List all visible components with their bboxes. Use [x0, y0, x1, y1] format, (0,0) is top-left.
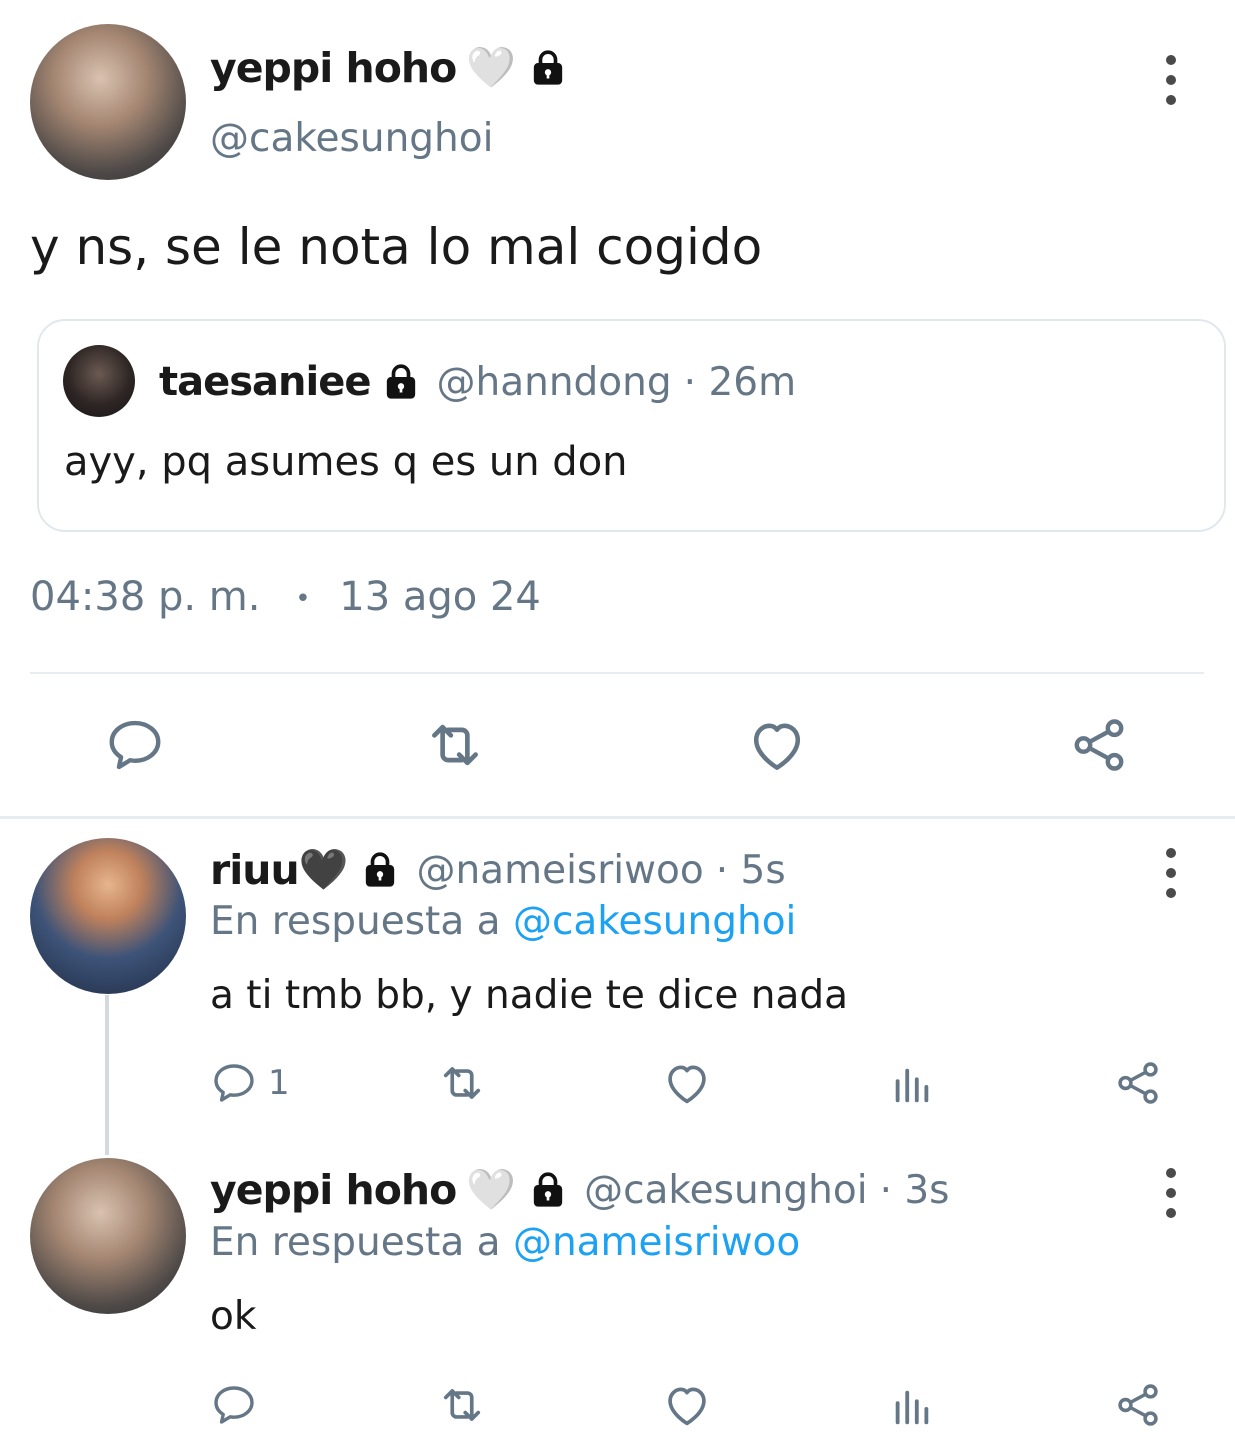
more-icon[interactable] [1156, 55, 1186, 105]
reply-author-handle[interactable]: @nameisriwoo [416, 848, 703, 893]
reply-context: En respuesta a @cakesunghoi [210, 899, 796, 944]
like-button[interactable] [661, 1058, 713, 1108]
like-button[interactable] [742, 710, 812, 780]
more-icon[interactable] [1156, 1168, 1186, 1218]
quoted-time: · 26m [683, 359, 797, 405]
reply-icon [104, 714, 166, 776]
quoted-tweet[interactable]: taesaniee @hanndong · 26m ayy, pq asumes… [37, 319, 1226, 532]
quoted-author-handle: @hanndong [436, 359, 672, 405]
share-icon [1113, 1058, 1163, 1108]
avatar[interactable] [30, 1158, 186, 1314]
reply-prefix: En respuesta a [210, 1220, 501, 1265]
views-icon [889, 1062, 935, 1108]
views-button[interactable] [886, 1060, 938, 1110]
quoted-text: ayy, pq asumes q es un don [64, 439, 628, 485]
author-emoji: 🤍 [466, 1167, 517, 1213]
views-button[interactable] [886, 1382, 938, 1432]
retweet-button[interactable] [436, 1058, 488, 1108]
avatar[interactable] [30, 838, 186, 994]
share-button[interactable] [1112, 1058, 1164, 1108]
reply-text: ok [210, 1294, 257, 1339]
heart-icon [661, 1379, 713, 1431]
reply-icon [210, 1059, 258, 1107]
reply-author-handle[interactable]: @cakesunghoi [584, 1168, 867, 1213]
avatar [63, 345, 135, 417]
section-divider [0, 816, 1235, 819]
lock-icon [360, 850, 400, 890]
share-button[interactable] [1064, 710, 1134, 780]
lock-icon [381, 362, 421, 402]
share-icon [1113, 1380, 1163, 1430]
reply-author-name[interactable]: yeppi hoho [210, 1166, 457, 1214]
avatar[interactable] [30, 24, 186, 180]
reply-prefix: En respuesta a [210, 899, 501, 944]
reply-author-name[interactable]: riuu [210, 846, 300, 894]
more-icon[interactable] [1156, 848, 1186, 898]
share-button[interactable] [1112, 1380, 1164, 1430]
retweet-button[interactable] [436, 1380, 488, 1430]
lock-icon [528, 1170, 568, 1210]
share-icon [1068, 714, 1130, 776]
reply-author-line: yeppi hoho 🤍 @cakesunghoi · 3s [210, 1166, 950, 1214]
divider [30, 672, 1204, 674]
author-emoji: 🖤 [298, 847, 349, 893]
retweet-icon [436, 1057, 488, 1109]
retweet-icon [422, 712, 488, 778]
reply-button[interactable]: 1 [210, 1058, 290, 1108]
tweet-time: 04:38 p. m. [30, 574, 261, 620]
heart-icon [745, 713, 809, 777]
reply-button[interactable] [100, 710, 170, 780]
reply-time: · 3s [879, 1167, 950, 1213]
thread-line [105, 995, 109, 1155]
reply-time: · 5s [715, 847, 786, 893]
quoted-author-line: taesaniee @hanndong · 26m [159, 359, 796, 405]
separator-dot: • [295, 584, 311, 614]
reply-icon [210, 1381, 258, 1429]
author-line: yeppi hoho 🤍 [210, 44, 568, 92]
reply-count: 1 [268, 1063, 290, 1103]
tweet-date: 13 ago 24 [339, 574, 541, 620]
views-icon [889, 1384, 935, 1430]
author-handle[interactable]: @cakesunghoi [210, 116, 493, 161]
reply-author-line: riuu 🖤 @nameisriwoo · 5s [210, 846, 786, 894]
reply-to-link[interactable]: @nameisriwoo [513, 1220, 800, 1265]
timestamp-row: 04:38 p. m. • 13 ago 24 [30, 574, 541, 620]
author-emoji: 🤍 [466, 45, 517, 91]
lock-icon [528, 48, 568, 88]
reply-to-link[interactable]: @cakesunghoi [513, 899, 796, 944]
quoted-author-name: taesaniee [159, 359, 371, 405]
author-name[interactable]: yeppi hoho [210, 44, 457, 92]
heart-icon [661, 1057, 713, 1109]
like-button[interactable] [661, 1380, 713, 1430]
retweet-button[interactable] [420, 710, 490, 780]
tweet-text: y ns, se le nota lo mal cogido [30, 218, 763, 276]
reply-text: a ti tmb bb, y nadie te dice nada [210, 973, 849, 1018]
reply-context: En respuesta a @nameisriwoo [210, 1220, 800, 1265]
retweet-icon [436, 1379, 488, 1431]
reply-button[interactable] [210, 1380, 268, 1430]
